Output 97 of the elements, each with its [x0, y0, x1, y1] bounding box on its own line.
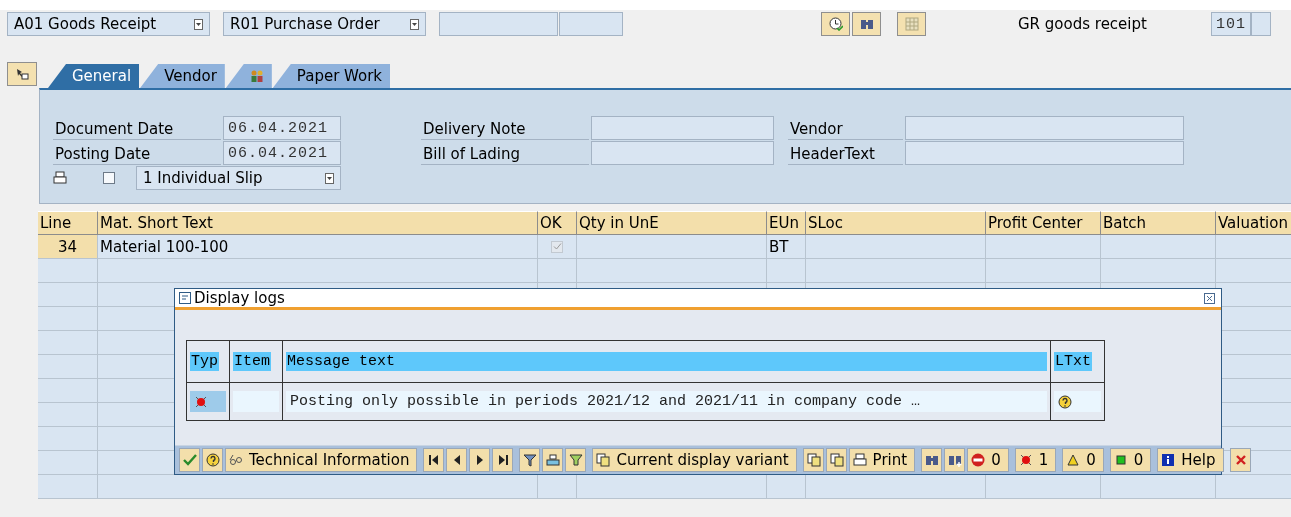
toolbar-button[interactable]: Help	[1157, 448, 1224, 472]
field-label: Document Date	[53, 116, 221, 140]
column-header[interactable]: Mat. Short Text	[98, 211, 538, 235]
input-field[interactable]	[439, 12, 558, 36]
date-field[interactable]: 06.04.2021	[223, 141, 341, 165]
toolbar-icon-button[interactable]	[469, 448, 491, 472]
table-button[interactable]	[897, 12, 926, 36]
printer-icon	[852, 453, 867, 467]
input-field[interactable]	[905, 116, 1184, 140]
documents-icon	[596, 453, 611, 467]
dropdown-field[interactable]: 1 Individual Slip	[136, 166, 341, 190]
row-number-cell[interactable]: 34	[38, 235, 98, 259]
dropdown-icon	[410, 18, 419, 30]
last-page-icon	[496, 453, 511, 467]
column-header[interactable]: Valuation	[1216, 211, 1291, 235]
success-square-icon	[1113, 453, 1128, 467]
toolbar-button[interactable]: 0	[1062, 448, 1104, 472]
movement-type-field[interactable]: 101	[1210, 12, 1251, 36]
info-icon	[1161, 453, 1176, 467]
table-cell: BT	[767, 235, 806, 259]
tab[interactable]: Vendor	[140, 64, 225, 88]
toolbar-icon-button[interactable]	[492, 448, 514, 472]
input-field[interactable]	[559, 12, 623, 36]
glasses-icon	[229, 453, 243, 467]
toggle-button[interactable]	[7, 62, 37, 86]
field-label: Delivery Note	[421, 116, 589, 140]
dialog-title: Display logs	[194, 290, 285, 306]
error-light-icon	[194, 394, 208, 409]
toolbar-button[interactable]: Technical Information	[225, 448, 418, 472]
dropdown-icon	[325, 172, 334, 184]
stack-icon	[546, 453, 561, 467]
column-header[interactable]: Message text	[286, 352, 1047, 371]
clock-check-icon	[828, 17, 843, 31]
column-header[interactable]: EUn	[767, 211, 806, 235]
column-header[interactable]: Qty in UnE	[577, 211, 767, 235]
toolbar-button[interactable]: Print	[848, 448, 916, 472]
input-field[interactable]	[591, 116, 774, 140]
column-header[interactable]: LTxt	[1054, 352, 1092, 371]
clock-button[interactable]	[821, 12, 850, 36]
column-header[interactable]: OK	[538, 211, 577, 235]
field-label: Vendor	[788, 116, 903, 140]
toolbar-icon-button[interactable]	[519, 448, 541, 472]
printer-icon	[53, 171, 67, 185]
binoculars-icon	[859, 17, 874, 31]
field-label: HeaderText	[788, 141, 903, 165]
toolbar-icon-button[interactable]	[944, 448, 966, 472]
help-icon	[206, 453, 220, 467]
tab[interactable]	[225, 64, 272, 88]
close-button[interactable]	[1204, 292, 1215, 304]
close-icon	[1204, 292, 1215, 304]
error-light-icon	[1018, 453, 1033, 467]
documents-stack-icon	[829, 453, 844, 467]
pointer-icon	[15, 67, 29, 81]
message-text: Posting only possible in periods 2021/12 and 2021/11 in company code …	[286, 391, 1047, 412]
column-header[interactable]: Typ	[190, 352, 219, 371]
tab[interactable]: Paper Work	[272, 64, 391, 88]
checkbox[interactable]	[103, 172, 115, 184]
people-icon	[249, 69, 264, 83]
column-header[interactable]: Profit Center	[986, 211, 1101, 235]
input-field[interactable]	[591, 141, 774, 165]
column-header[interactable]: Batch	[1101, 211, 1216, 235]
warning-triangle-icon	[1066, 453, 1081, 467]
toolbar-icon-button[interactable]	[202, 448, 223, 472]
filter-icon	[523, 453, 538, 467]
toolbar-button[interactable]: 0	[1109, 448, 1152, 472]
column-header[interactable]: SLoc	[806, 211, 986, 235]
input-field[interactable]	[905, 141, 1184, 165]
tab[interactable]: General	[48, 64, 140, 88]
question-icon	[1058, 394, 1072, 409]
funnel-icon	[569, 453, 584, 467]
toolbar-button[interactable]: 1	[1014, 448, 1057, 472]
field-label: Bill of Lading	[421, 141, 589, 165]
status-cell[interactable]	[190, 391, 226, 412]
document-copy-icon	[806, 453, 821, 467]
screen-title: GR goods receipt	[1018, 15, 1147, 33]
binoculars-plus-icon	[948, 453, 963, 467]
dropdown-icon	[194, 18, 203, 30]
table-icon	[904, 17, 919, 31]
toolbar-icon-button[interactable]	[423, 448, 445, 472]
find-button[interactable]	[852, 12, 881, 36]
toolbar-icon-button[interactable]	[446, 448, 468, 472]
long-text-cell[interactable]	[1054, 391, 1101, 412]
field-label: Posting Date	[53, 141, 221, 165]
dropdown-field[interactable]: A01 Goods Receipt	[7, 12, 210, 36]
close-icon	[1233, 453, 1248, 467]
binoculars-icon	[925, 453, 940, 467]
dialog-icon	[179, 292, 191, 304]
checkmark-icon	[183, 453, 197, 467]
toolbar-button[interactable]: 0	[967, 448, 1009, 472]
toolbar-button[interactable]: Current display variant	[592, 448, 797, 472]
dropdown-field[interactable]: R01 Purchase Order	[223, 12, 426, 36]
input-field[interactable]	[1250, 12, 1271, 36]
table-cell: Material 100-100	[98, 235, 538, 259]
column-header[interactable]: Item	[233, 352, 271, 371]
date-field[interactable]: 06.04.2021	[223, 116, 341, 140]
stop-sign-icon	[971, 453, 986, 467]
column-header[interactable]: Line	[38, 211, 98, 235]
